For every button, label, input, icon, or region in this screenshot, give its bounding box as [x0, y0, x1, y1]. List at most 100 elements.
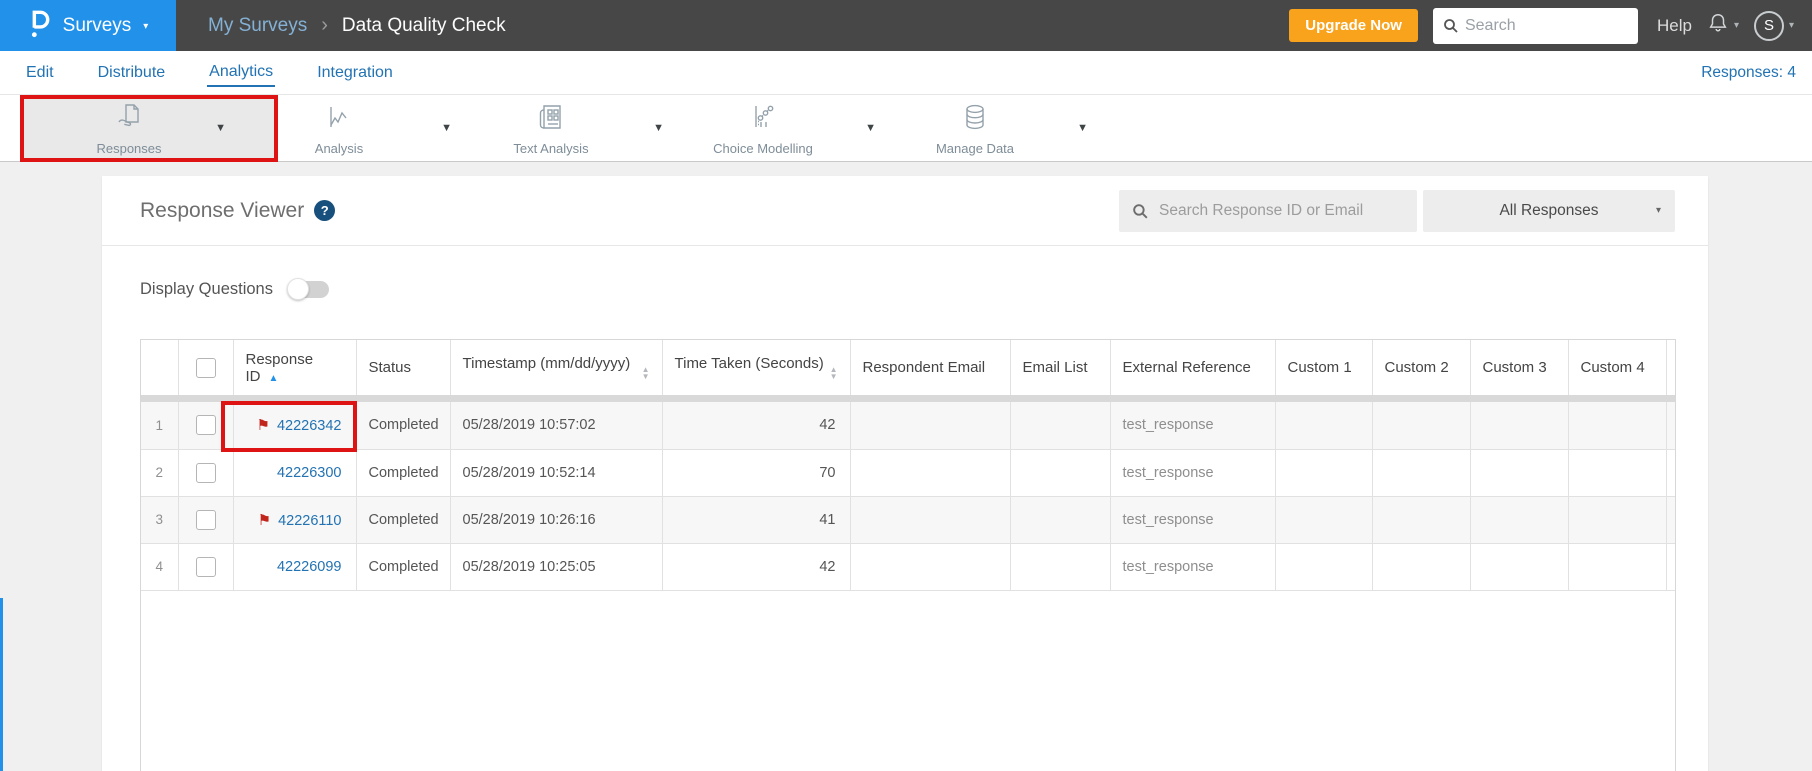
chevron-down-icon: ▾: [143, 21, 149, 32]
row-checkbox[interactable]: [195, 556, 216, 577]
cell-custom2: [1372, 496, 1471, 544]
cell-timestamp: 05/28/2019 10:26:16: [450, 496, 663, 544]
column-header-timestamp[interactable]: Timestamp (mm/dd/yyyy) ▲ ▼: [450, 340, 663, 395]
cell-status: Completed: [356, 402, 451, 450]
column-header-time_taken[interactable]: Time Taken (Seconds) ▲ ▼: [662, 340, 851, 395]
cell-time_taken: 42: [662, 402, 851, 450]
column-header-label: Response ID: [245, 350, 314, 385]
cell-email_list: [1010, 496, 1111, 544]
tool-label: Analysis: [314, 141, 364, 156]
chevron-down-icon[interactable]: ▼: [441, 122, 452, 134]
table-scrollbar-strip[interactable]: [141, 395, 1675, 402]
cell-external_reference: test_response: [1110, 496, 1276, 544]
column-header-label: Respondent Email: [862, 359, 986, 376]
response-id-link[interactable]: 42226110: [278, 513, 341, 529]
sort-ascending-icon: ▲: [268, 372, 279, 384]
sort-icon[interactable]: ▲ ▼: [830, 366, 838, 381]
cell-timestamp: 05/28/2019 10:57:02: [450, 402, 663, 450]
cell-custom2: [1372, 543, 1471, 591]
cell-status: Completed: [356, 449, 451, 497]
table-header: Response ID ▲ Status Timestamp (mm/dd/yyyy)…: [141, 340, 1675, 402]
choice-modelling-icon: [747, 101, 779, 138]
help-icon[interactable]: ?: [314, 200, 336, 221]
cell-custom3: [1470, 449, 1569, 497]
breadcrumb-my-surveys[interactable]: My Surveys: [208, 15, 307, 37]
tab-distribute[interactable]: Distribute: [96, 60, 168, 86]
cell-custom2: [1372, 402, 1471, 450]
cell-status: Completed: [356, 543, 451, 591]
notifications-menu[interactable]: ▾: [1707, 12, 1739, 39]
column-header-respondent_email: Respondent Email: [850, 340, 1011, 395]
manage-data-icon: [959, 101, 991, 138]
column-header-spacer: [1666, 340, 1675, 395]
product-switcher[interactable]: Surveys ▾: [0, 0, 176, 51]
cell-spacer: [1666, 543, 1675, 591]
response-search: [1119, 189, 1417, 232]
select-all-checkbox[interactable]: [195, 357, 216, 378]
response-id-link[interactable]: 42226099: [277, 559, 342, 575]
tab-integration[interactable]: Integration: [315, 60, 395, 86]
cell-custom1: [1275, 402, 1373, 450]
cell-timestamp: 05/28/2019 10:52:14: [450, 449, 663, 497]
cell-time_taken: 70: [662, 449, 851, 497]
tool-text-analysis[interactable]: Text Analysis ▼: [466, 95, 678, 161]
help-link[interactable]: Help: [1657, 16, 1692, 36]
response-id-link[interactable]: 42226300: [277, 465, 342, 481]
table-body: 1 ⚑ 42226342 Completed 05/28/2019 10:57:02 42…: [141, 402, 1675, 591]
row-checkbox[interactable]: [195, 415, 216, 436]
row-checkbox[interactable]: [195, 509, 216, 530]
tool-manage-data[interactable]: Manage Data ▼: [890, 95, 1102, 161]
tool-label: Responses: [96, 141, 162, 156]
global-search-input[interactable]: [1432, 7, 1638, 44]
global-search: [1432, 7, 1638, 44]
analytics-toolbar: Responses ▼ Analysis ▼ Text Analysis ▼ C…: [0, 95, 1812, 162]
response-viewer-card: Response Viewer ? All Responses ▾ Displa…: [102, 176, 1708, 771]
text-analysis-icon: [535, 101, 567, 138]
tool-choice-modelling[interactable]: Choice Modelling ▼: [678, 95, 890, 161]
column-header-checkbox[interactable]: [178, 340, 234, 395]
analysis-icon: [323, 101, 355, 138]
cell-id: 42226099: [233, 543, 357, 591]
response-id-link[interactable]: 42226342: [277, 418, 342, 434]
response-search-input[interactable]: [1119, 189, 1417, 232]
table-row: 3 ⚑ 42226110 Completed 05/28/2019 10:26:16 41…: [141, 496, 1675, 544]
cell-custom1: [1275, 543, 1373, 591]
flag-icon: ⚑: [256, 417, 270, 435]
chevron-down-icon[interactable]: ▼: [1077, 122, 1088, 134]
left-edge-artifact: [0, 598, 3, 771]
column-header-status: Status: [356, 340, 451, 395]
chevron-down-icon[interactable]: ▼: [215, 122, 226, 134]
chevron-down-icon: ▾: [1788, 20, 1794, 31]
survey-title: Data Quality Check: [341, 14, 506, 36]
avatar: S: [1753, 10, 1784, 41]
column-header-external_reference: External Reference: [1110, 340, 1276, 395]
column-header-custom2: Custom 2: [1372, 340, 1471, 395]
cell-respondent_email: [850, 543, 1011, 591]
cell-spacer: [1666, 449, 1675, 497]
upgrade-now-button[interactable]: Upgrade Now: [1289, 9, 1418, 42]
chevron-down-icon: ▾: [1655, 205, 1661, 216]
tab-edit[interactable]: Edit: [24, 60, 56, 86]
tab-analytics[interactable]: Analytics: [207, 59, 276, 87]
cell-spacer: [1666, 402, 1675, 450]
display-questions-toggle[interactable]: [286, 278, 329, 300]
sort-icon[interactable]: ▲ ▼: [642, 366, 650, 381]
cell-num: 1: [141, 402, 179, 450]
responses-filter-dropdown[interactable]: All Responses ▾: [1423, 189, 1675, 232]
chevron-down-icon[interactable]: ▼: [653, 122, 664, 134]
cell-custom3: [1470, 496, 1569, 544]
cell-custom1: [1275, 449, 1373, 497]
responses-table: Response ID ▲ Status Timestamp (mm/dd/yyyy)…: [141, 340, 1675, 591]
table-row: 1 ⚑ 42226342 Completed 05/28/2019 10:57:02 42…: [141, 402, 1675, 450]
row-checkbox[interactable]: [195, 462, 216, 483]
account-menu[interactable]: S ▾: [1753, 10, 1794, 41]
cell-status: Completed: [356, 496, 451, 544]
tool-analysis[interactable]: Analysis ▼: [254, 95, 466, 161]
tool-label: Text Analysis: [513, 141, 589, 156]
column-header-label: Email List: [1022, 359, 1088, 376]
cell-id: ⚑ 42226342: [233, 402, 357, 450]
chevron-down-icon[interactable]: ▼: [865, 122, 876, 134]
column-header-id[interactable]: Response ID ▲: [233, 340, 357, 395]
cell-num: 4: [141, 543, 179, 591]
tool-responses[interactable]: Responses ▼: [24, 95, 276, 161]
